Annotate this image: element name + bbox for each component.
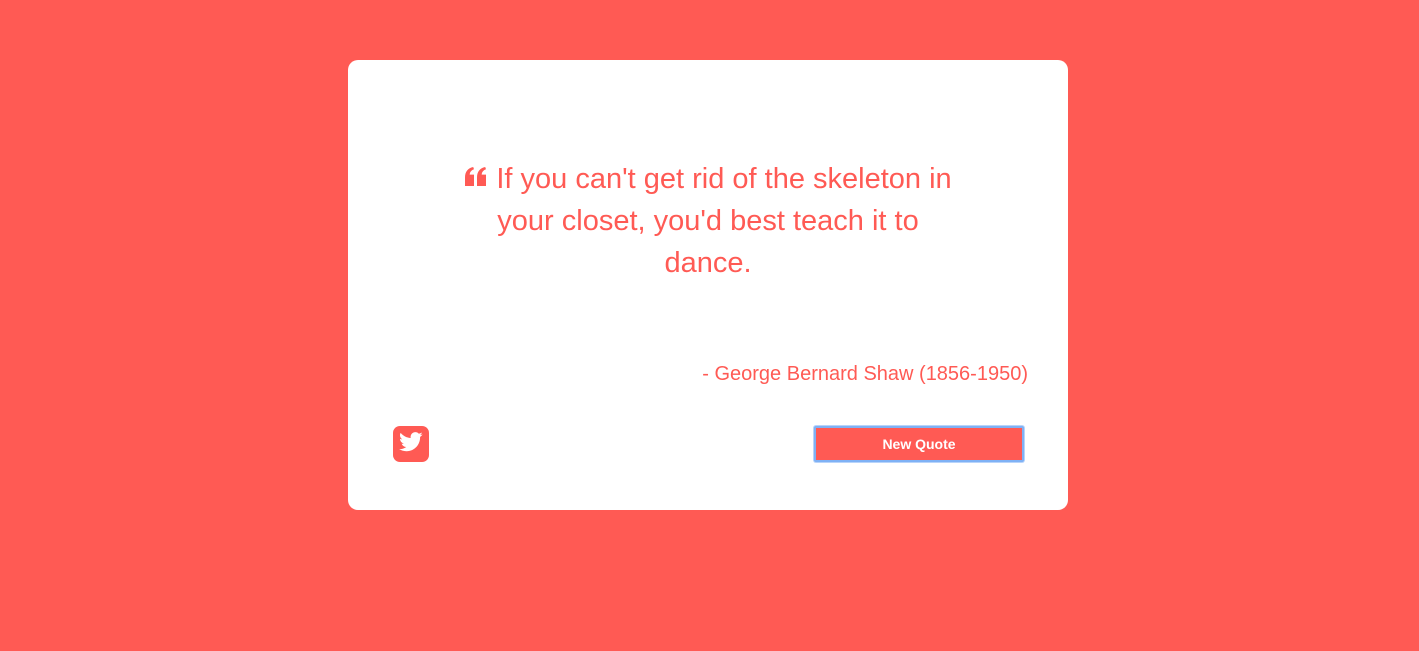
quote-author: - George Bernard Shaw (1856-1950) bbox=[702, 363, 1028, 385]
quote-text-block: If you can't get rid of the skeleton in … bbox=[458, 158, 958, 284]
new-quote-button[interactable]: New Quote bbox=[814, 426, 1024, 462]
page-background: If you can't get rid of the skeleton in … bbox=[0, 0, 1419, 651]
quote-text: If you can't get rid of the skeleton in … bbox=[496, 163, 952, 279]
tweet-button[interactable] bbox=[393, 426, 429, 462]
quote-left-icon bbox=[464, 165, 488, 189]
twitter-icon bbox=[399, 431, 423, 458]
quote-card: If you can't get rid of the skeleton in … bbox=[348, 60, 1068, 510]
